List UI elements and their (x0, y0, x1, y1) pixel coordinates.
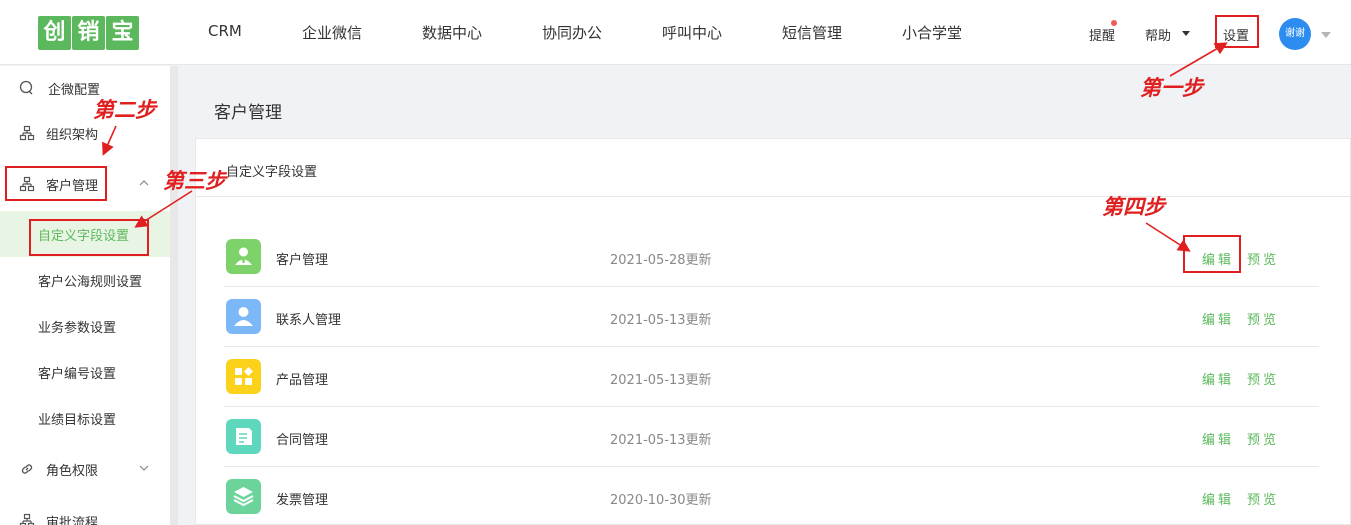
table-row: 发票管理 2020-10-30更新 编辑 预览 (224, 467, 1319, 525)
logo-char: 销 (72, 16, 105, 50)
annotation-box-edit (1183, 235, 1241, 273)
top-bar: 创 销 宝 CRM 企业微信 数据中心 协同办公 呼叫中心 短信管理 小合学堂 … (0, 0, 1351, 65)
row-name: 合同管理 (276, 433, 329, 448)
sidebar: 企微配置 组织架构 客户管理 自定义字段设置 客户公海规则设置 业务参数设置 客… (0, 66, 170, 525)
sidebar-sub-label: 业务参数设置 (38, 321, 117, 336)
chevron-down-icon[interactable] (1321, 32, 1331, 38)
annotation-box-custom-fields (29, 219, 149, 256)
nav-call-center[interactable]: 呼叫中心 (662, 22, 722, 43)
sidebar-sub-label: 客户编号设置 (38, 367, 117, 382)
panel-title: 自定义字段设置 (226, 165, 318, 180)
annotation-step-3: 第三步 (163, 168, 226, 193)
preview-button[interactable]: 预览 (1247, 309, 1279, 328)
sidebar-item-roles[interactable]: 角色权限 (0, 451, 170, 487)
row-date: 2021-05-28更新 (610, 253, 712, 268)
logo-char: 宝 (106, 16, 139, 50)
remind-link[interactable]: 提醒 (1089, 25, 1115, 44)
row-name: 客户管理 (276, 253, 329, 268)
annotation-step-2: 第二步 (93, 97, 156, 122)
sidebar-sub-label: 业绩目标设置 (38, 413, 117, 428)
logo[interactable]: 创 销 宝 (38, 16, 140, 50)
invoice-icon (226, 479, 261, 514)
panel-header: 自定义字段设置 (196, 139, 1351, 197)
product-icon (226, 359, 261, 394)
row-name: 产品管理 (276, 373, 329, 388)
link-icon (19, 461, 35, 477)
sidebar-sub-pool-rules[interactable]: 客户公海规则设置 (0, 257, 170, 303)
customer-icon (226, 239, 261, 274)
avatar[interactable]: 谢谢 (1279, 18, 1311, 50)
sidebar-item-approval[interactable]: 审批流程 (0, 503, 170, 525)
sidebar-sub-customer-number[interactable]: 客户编号设置 (0, 349, 170, 395)
table-row: 客户管理 2021-05-28更新 编辑 预览 (224, 227, 1319, 287)
help-menu[interactable]: 帮助 (1145, 25, 1171, 44)
page-title: 客户管理 (214, 103, 282, 123)
sidebar-scrollbar[interactable] (170, 66, 178, 525)
sidebar-sub-performance-target[interactable]: 业绩目标设置 (0, 395, 170, 441)
org-icon (19, 513, 35, 525)
row-date: 2021-05-13更新 (610, 433, 712, 448)
nav-crm[interactable]: CRM (208, 22, 242, 40)
preview-button[interactable]: 预览 (1247, 249, 1279, 268)
sidebar-item-label: 审批流程 (46, 515, 99, 525)
table-row: 联系人管理 2021-05-13更新 编辑 预览 (224, 287, 1319, 347)
nav-office[interactable]: 协同办公 (542, 22, 602, 43)
sidebar-sub-label: 客户公海规则设置 (38, 275, 143, 290)
edit-button[interactable]: 编辑 (1202, 309, 1234, 328)
preview-button[interactable]: 预览 (1247, 429, 1279, 448)
contract-icon (226, 419, 261, 454)
chat-icon (19, 80, 35, 96)
table-row: 产品管理 2021-05-13更新 编辑 预览 (224, 347, 1319, 407)
custom-fields-panel: 自定义字段设置 客户管理 2021-05-28更新 编辑 预览 联系人管理 20… (195, 138, 1351, 525)
preview-button[interactable]: 预览 (1247, 369, 1279, 388)
edit-button[interactable]: 编辑 (1202, 369, 1234, 388)
org-icon (19, 125, 35, 141)
nav-sms[interactable]: 短信管理 (782, 22, 842, 43)
nav-wecom[interactable]: 企业微信 (302, 22, 362, 43)
annotation-step-4: 第四步 (1102, 194, 1165, 219)
chevron-up-icon[interactable] (139, 179, 149, 190)
table-row: 合同管理 2021-05-13更新 编辑 预览 (224, 407, 1319, 467)
annotation-box-settings (1215, 15, 1259, 48)
sidebar-sub-business-params[interactable]: 业务参数设置 (0, 303, 170, 349)
edit-button[interactable]: 编辑 (1202, 429, 1234, 448)
logo-char: 创 (38, 16, 71, 50)
contact-icon (226, 299, 261, 334)
annotation-box-customer-mgmt (5, 166, 107, 201)
annotation-step-1: 第一步 (1140, 75, 1203, 100)
nav-data-center[interactable]: 数据中心 (422, 22, 482, 43)
row-name: 联系人管理 (276, 313, 342, 328)
row-date: 2021-05-13更新 (610, 373, 712, 388)
sidebar-item-label: 组织架构 (46, 127, 99, 143)
sidebar-item-label: 角色权限 (46, 463, 99, 479)
edit-button[interactable]: 编辑 (1202, 489, 1234, 508)
row-date: 2021-05-13更新 (610, 313, 712, 328)
row-date: 2020-10-30更新 (610, 493, 712, 508)
notification-dot (1111, 20, 1117, 26)
nav-academy[interactable]: 小合学堂 (902, 22, 962, 43)
preview-button[interactable]: 预览 (1247, 489, 1279, 508)
chevron-down-icon[interactable] (139, 464, 149, 475)
row-name: 发票管理 (276, 493, 329, 508)
chevron-down-icon[interactable] (1182, 31, 1190, 36)
